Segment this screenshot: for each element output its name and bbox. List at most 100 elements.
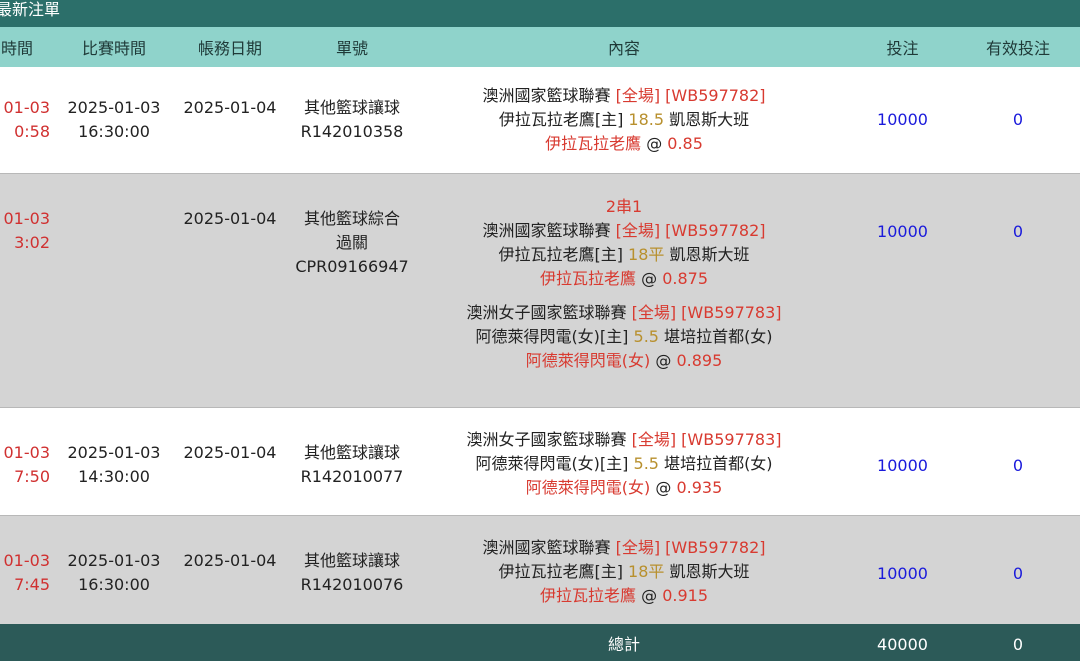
- header-content: 內容: [607, 39, 640, 58]
- bet-time-date: 01-03: [3, 209, 51, 228]
- home-team: 伊拉瓦拉老鷹[主]: [498, 562, 623, 581]
- panel-title: 最新注單: [0, 0, 61, 19]
- odds-value: 0.915: [662, 586, 708, 605]
- bet-content: 澳洲國家籃球聯賽 [全場] [WB597782] 伊拉瓦拉老鷹[主] 18.5 …: [440, 84, 808, 156]
- header-valid-bet: 有效投注: [985, 39, 1050, 58]
- league-name: 澳洲女子國家籃球聯賽: [466, 430, 627, 449]
- odds-value: 0.875: [662, 269, 708, 288]
- slip-type-cont: 過關: [335, 233, 368, 252]
- period-label: [全場]: [631, 303, 677, 322]
- event-code: [WB597782]: [665, 221, 766, 240]
- bet-amount: 10000: [877, 222, 928, 241]
- bet-content: 2串1 澳洲國家籃球聯賽 [全場] [WB597782] 伊拉瓦拉老鷹[主] 1…: [440, 195, 808, 373]
- period-label: [全場]: [631, 430, 677, 449]
- slip-number: 其他籃球讓球 R142010358: [288, 96, 416, 144]
- away-team: 堪培拉首都(女): [664, 327, 773, 346]
- odds-value: 0.895: [676, 351, 723, 370]
- odds-value: 0.935: [676, 478, 723, 497]
- slip-id: CPR09166947: [295, 257, 409, 276]
- event-code: [WB597783]: [681, 303, 782, 322]
- bet-time: 01-03 3:02: [0, 207, 51, 255]
- bet-time: 01-03 0:58: [0, 96, 51, 144]
- match-clock: 14:30:00: [78, 467, 150, 486]
- valid-bet-amount: 0: [1012, 222, 1024, 241]
- handicap-line: 5.5: [633, 454, 659, 473]
- bet-content: 澳洲國家籃球聯賽 [全場] [WB597782] 伊拉瓦拉老鷹[主] 18平 凱…: [440, 536, 808, 608]
- table-footer-total: 總計 40000 0: [0, 624, 1080, 661]
- panel-title-bar: 最新注單: [0, 0, 1080, 27]
- table-row[interactable]: 01-03 7:45 2025-01-03 16:30:00 2025-01-0…: [0, 516, 1080, 625]
- home-team: 阿德萊得閃電(女)[主]: [475, 454, 629, 473]
- picked-team: 伊拉瓦拉老鷹: [539, 269, 636, 288]
- at-sign: @: [641, 586, 658, 605]
- away-team: 凱恩斯大班: [669, 562, 750, 581]
- table-row[interactable]: 01-03 7:50 2025-01-03 14:30:00 2025-01-0…: [0, 408, 1080, 516]
- valid-bet-amount: 0: [1012, 564, 1024, 583]
- total-label: 總計: [607, 635, 640, 654]
- match-date: 2025-01-03: [67, 98, 161, 117]
- at-sign: @: [646, 134, 663, 153]
- bet-selection: 澳洲女子國家籃球聯賽 [全場] [WB597783] 阿德萊得閃電(女)[主] …: [440, 301, 808, 373]
- handicap-line: 18.5: [628, 110, 665, 129]
- period-label: [全場]: [615, 538, 661, 557]
- home-team: 伊拉瓦拉老鷹[主]: [498, 245, 623, 264]
- slip-type: 其他籃球讓球: [303, 551, 400, 570]
- match-clock: 16:30:00: [78, 575, 150, 594]
- header-account-date: 帳務日期: [197, 39, 262, 58]
- table-row[interactable]: 01-03 3:02 2025-01-04 其他籃球綜合 過關 CPR09166…: [0, 174, 1080, 408]
- slip-type: 其他籃球讓球: [303, 443, 400, 462]
- account-date: 2025-01-04: [183, 443, 277, 462]
- bet-time-clock: 7:50: [14, 467, 50, 486]
- slip-type: 其他籃球綜合: [303, 209, 400, 228]
- bet-time-date: 01-03: [3, 98, 51, 117]
- total-bet: 40000: [877, 635, 928, 654]
- match-date: 2025-01-03: [67, 551, 161, 570]
- bet-time: 01-03 7:45: [0, 549, 51, 597]
- event-code: [WB597783]: [681, 430, 782, 449]
- header-match-time: 比賽時間: [81, 39, 146, 58]
- league-name: 澳洲女子國家籃球聯賽: [466, 303, 627, 322]
- parlay-label: 2串1: [605, 197, 643, 216]
- total-valid-bet: 0: [1012, 635, 1024, 654]
- league-name: 澳洲國家籃球聯賽: [482, 538, 611, 557]
- at-sign: @: [655, 351, 672, 370]
- league-name: 澳洲國家籃球聯賽: [482, 86, 611, 105]
- event-code: [WB597782]: [665, 86, 766, 105]
- match-date: 2025-01-03: [67, 443, 161, 462]
- league-name: 澳洲國家籃球聯賽: [482, 221, 611, 240]
- valid-bet-amount: 0: [1012, 456, 1024, 475]
- bet-selection: 澳洲國家籃球聯賽 [全場] [WB597782] 伊拉瓦拉老鷹[主] 18.5 …: [440, 84, 808, 156]
- home-team: 伊拉瓦拉老鷹[主]: [498, 110, 624, 129]
- account-date: 2025-01-04: [183, 98, 277, 117]
- home-team: 阿德萊得閃電(女)[主]: [475, 327, 629, 346]
- table-row[interactable]: 01-03 0:58 2025-01-03 16:30:00 2025-01-0…: [0, 67, 1080, 174]
- slip-id: R142010077: [300, 467, 404, 486]
- period-label: [全場]: [615, 86, 661, 105]
- away-team: 凱恩斯大班: [669, 110, 750, 129]
- slip-number: 其他籃球綜合 過關 CPR09166947: [288, 207, 416, 279]
- period-label: [全場]: [615, 221, 661, 240]
- account-date: 2025-01-04: [183, 209, 277, 228]
- bet-selection: 澳洲國家籃球聯賽 [全場] [WB597782] 伊拉瓦拉老鷹[主] 18平 凱…: [440, 219, 808, 291]
- picked-team: 阿德萊得閃電(女): [525, 351, 651, 370]
- handicap-line: 5.5: [633, 327, 659, 346]
- bet-amount: 10000: [877, 110, 928, 129]
- bet-amount: 10000: [877, 456, 928, 475]
- picked-team: 阿德萊得閃電(女): [525, 478, 651, 497]
- picked-team: 伊拉瓦拉老鷹: [545, 134, 642, 153]
- slip-number: 其他籃球讓球 R142010077: [288, 441, 416, 489]
- match-clock: 16:30:00: [78, 122, 150, 141]
- slip-number: 其他籃球讓球 R142010076: [288, 549, 416, 597]
- bet-amount: 10000: [877, 564, 928, 583]
- away-team: 凱恩斯大班: [669, 245, 750, 264]
- bet-time: 01-03 7:50: [0, 441, 51, 489]
- slip-id: R142010076: [300, 575, 404, 594]
- table-header: 時間 比賽時間 帳務日期 單號 內容 投注 有效投注: [0, 27, 1080, 67]
- away-team: 堪培拉首都(女): [664, 454, 773, 473]
- bet-selection: 澳洲女子國家籃球聯賽 [全場] [WB597783] 阿德萊得閃電(女)[主] …: [440, 428, 808, 500]
- header-bet: 投注: [886, 39, 919, 58]
- bet-time-clock: 3:02: [14, 233, 50, 252]
- header-time: 時間: [0, 39, 33, 58]
- at-sign: @: [641, 269, 658, 288]
- handicap-line: 18平: [628, 562, 665, 581]
